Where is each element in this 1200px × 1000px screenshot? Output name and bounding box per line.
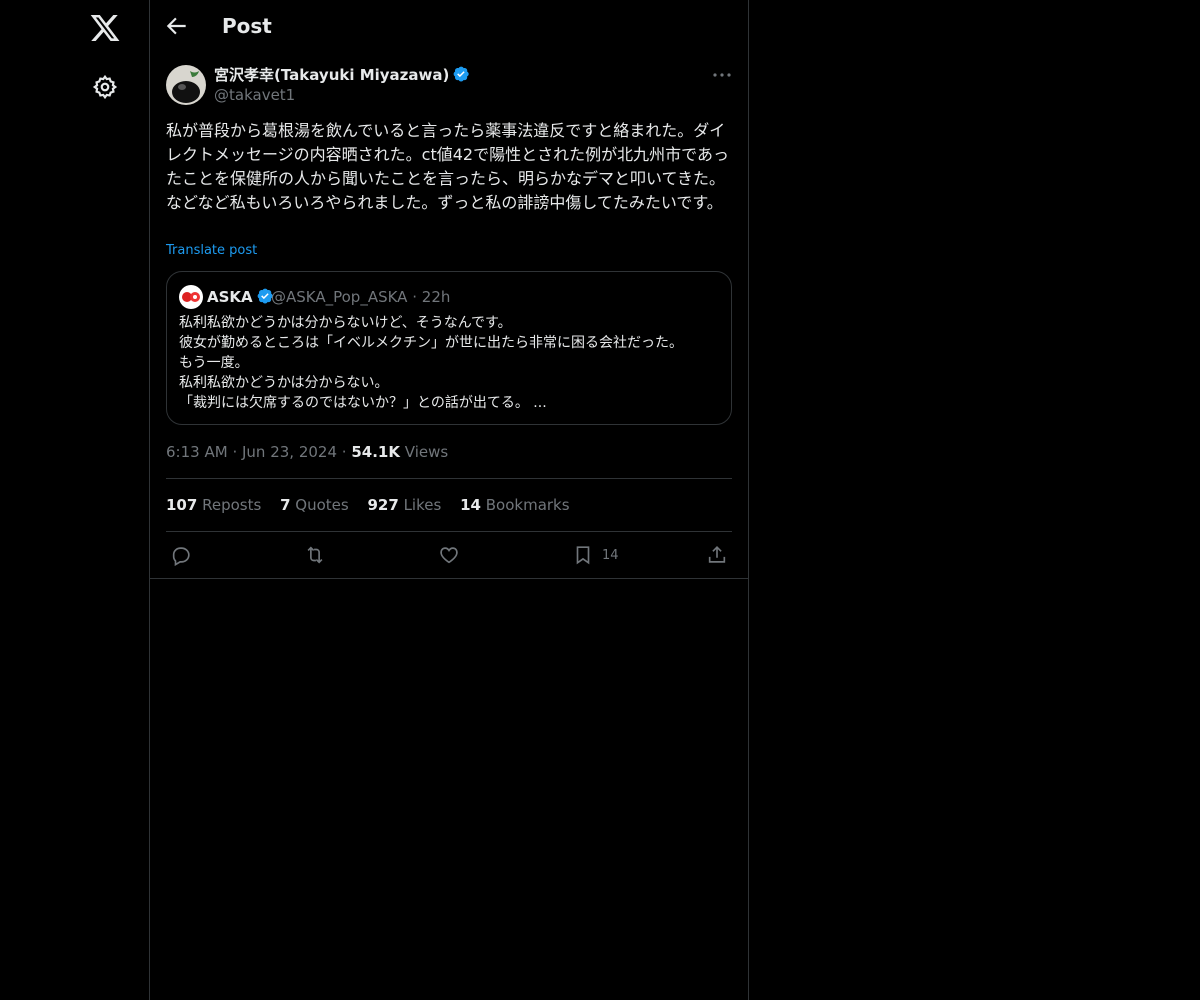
header: Post bbox=[150, 0, 748, 53]
likes-count: 927 bbox=[367, 496, 399, 514]
quote-author-name: ASKA bbox=[207, 286, 274, 308]
action-bar: 14 bbox=[150, 532, 748, 578]
post-meta: 6:13 AM · Jun 23, 2024 · 54.1K Views bbox=[166, 442, 448, 462]
bookmark-icon bbox=[576, 546, 590, 565]
separator: · bbox=[412, 288, 418, 306]
reply-icon bbox=[172, 547, 190, 566]
separator: · bbox=[232, 443, 238, 461]
post-text: 私が普段から葛根湯を飲んでいると言ったら薬事法違反ですと絡まれた。ダイレクトメッ… bbox=[166, 121, 729, 212]
sidebar bbox=[0, 0, 150, 1000]
divider bbox=[166, 478, 732, 479]
more-icon[interactable] bbox=[710, 64, 734, 86]
bookmarks-stat[interactable]: 14 Bookmarks bbox=[460, 496, 569, 514]
likes-label: Likes bbox=[403, 496, 442, 514]
reposts-stat[interactable]: 107 Reposts bbox=[166, 496, 261, 514]
like-icon bbox=[440, 547, 458, 564]
separator: · bbox=[341, 443, 347, 461]
share-button[interactable] bbox=[706, 544, 728, 566]
bookmarks-count: 14 bbox=[460, 496, 481, 514]
author-name-text[interactable]: 宮沢孝幸(Takayuki Miyazawa) bbox=[214, 66, 449, 84]
quote-handle: @ASKA_Pop_ASKA bbox=[271, 288, 408, 306]
translate-post-link[interactable]: Translate post bbox=[166, 242, 257, 260]
quote-time: 22h bbox=[421, 288, 451, 306]
bookmark-count: 14 bbox=[602, 547, 619, 563]
views-count: 54.1K bbox=[351, 443, 400, 461]
quote-handle-time: @ASKA_Pop_ASKA · 22h bbox=[271, 286, 450, 308]
verified-badge-icon bbox=[454, 66, 470, 82]
post-time[interactable]: 6:13 AM bbox=[166, 443, 228, 461]
post-date[interactable]: Jun 23, 2024 bbox=[242, 443, 337, 461]
avatar[interactable] bbox=[166, 65, 206, 105]
page-title: Post bbox=[222, 14, 272, 38]
bookmarks-label: Bookmarks bbox=[485, 496, 570, 514]
gear-icon[interactable] bbox=[92, 74, 118, 100]
quote-avatar bbox=[179, 285, 203, 309]
quoted-post[interactable]: ASKA @ASKA_Pop_ASKA · 22h 私利私欲かどうかは分からない… bbox=[166, 271, 732, 425]
author-name[interactable]: 宮沢孝幸(Takayuki Miyazawa) bbox=[214, 64, 470, 86]
likes-stat[interactable]: 927 Likes bbox=[367, 496, 441, 514]
divider bbox=[150, 578, 748, 579]
views-label: Views bbox=[404, 443, 449, 461]
reposts-label: Reposts bbox=[202, 496, 262, 514]
x-logo-icon[interactable] bbox=[89, 12, 121, 44]
reposts-count: 107 bbox=[166, 496, 198, 514]
author-handle[interactable]: @takavet1 bbox=[214, 85, 295, 105]
quotes-stat[interactable]: 7 Quotes bbox=[280, 496, 349, 514]
quote-text: 私利私欲かどうかは分からないけど、そうなんです。 彼女が勤めるところは「イベルメ… bbox=[179, 315, 683, 411]
engagement-stats: 107 Reposts 7 Quotes 927 Likes 14 Bookma… bbox=[166, 495, 584, 515]
repost-icon bbox=[307, 546, 323, 564]
quote-author-name-text: ASKA bbox=[207, 288, 253, 306]
reply-button[interactable] bbox=[170, 544, 192, 566]
like-button[interactable] bbox=[438, 544, 460, 566]
bookmark-button[interactable]: 14 bbox=[572, 544, 619, 566]
quotes-count: 7 bbox=[280, 496, 291, 514]
repost-button[interactable] bbox=[304, 544, 326, 566]
quotes-label: Quotes bbox=[295, 496, 349, 514]
back-arrow-icon[interactable] bbox=[164, 13, 190, 39]
main-column: Post 宮沢孝幸(Takayuki Miyazawa) @takavet1 私… bbox=[150, 0, 749, 1000]
share-icon bbox=[708, 546, 726, 563]
